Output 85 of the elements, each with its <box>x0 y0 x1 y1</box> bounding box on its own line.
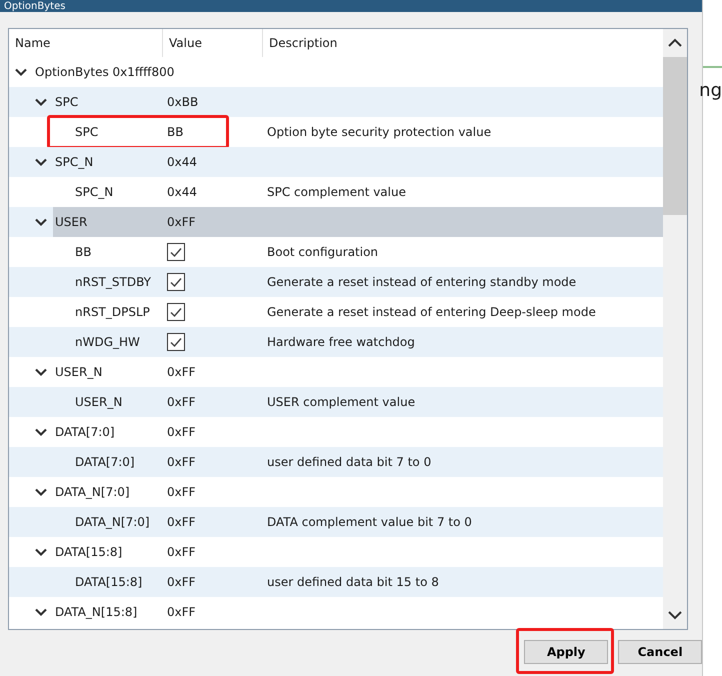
tree-row[interactable]: USER_N 0xFF <box>9 357 664 387</box>
value-text: 0xFF <box>167 395 196 409</box>
tree-row[interactable]: DATA_N[15:8] 0xFF <box>9 597 664 627</box>
value-text: 0xFF <box>167 455 196 469</box>
chevron-icon[interactable] <box>35 96 47 108</box>
tree-row[interactable]: SPC_N 0x44 SPC complement value <box>9 177 664 207</box>
description-text: Hardware free watchdog <box>267 335 415 349</box>
chevron-icon[interactable] <box>35 486 47 498</box>
checkbox[interactable] <box>167 273 185 291</box>
node-name: DATA[15:8] <box>54 544 124 561</box>
value-text: 0xFF <box>167 215 196 229</box>
node-name: DATA_N[7:0] <box>74 514 151 531</box>
chevron-icon[interactable] <box>35 426 47 438</box>
value-text: 0xBB <box>167 95 198 109</box>
value-text: 0x44 <box>167 155 198 169</box>
description-text: Boot configuration <box>267 245 378 259</box>
scroll-down-icon[interactable] <box>668 610 682 620</box>
chevron-icon[interactable] <box>15 66 27 78</box>
value-text: 0xFF <box>167 515 196 529</box>
description-text: DATA complement value bit 7 to 0 <box>267 515 472 529</box>
tree-row[interactable]: DATA[15:8] 0xFF user defined data bit 15 to 8 <box>9 567 664 597</box>
node-name: nWDG_HW <box>74 334 141 351</box>
node-name: nRST_DPSLP <box>74 304 151 321</box>
value-text: 0xFF <box>167 425 196 439</box>
chevron-icon[interactable] <box>35 216 47 228</box>
node-name: DATA[7:0] <box>74 454 136 471</box>
dialog-button[interactable]: Cancel <box>618 640 702 664</box>
node-name: SPC_N <box>54 154 94 171</box>
node-name: USER_N <box>54 364 104 381</box>
node-name: DATA_N[7:0] <box>54 484 131 501</box>
tree-row[interactable]: OptionBytes 0x1ffff800 <box>9 57 664 87</box>
scrollbar[interactable] <box>663 29 688 629</box>
window-text-fragment: ng <box>699 80 722 101</box>
description-text: Generate a reset instead of entering Deep-sleep mode <box>267 305 596 319</box>
node-name: DATA[15:8] <box>74 574 144 591</box>
description-text: user defined data bit 7 to 0 <box>267 455 432 469</box>
description-text: USER complement value <box>267 395 416 409</box>
checkbox[interactable] <box>167 243 185 261</box>
column-header[interactable]: Value <box>163 29 263 57</box>
node-name: DATA[7:0] <box>54 424 116 441</box>
dialog-button[interactable]: Apply <box>524 640 608 664</box>
tree-row[interactable]: DATA_N[7:0] 0xFF <box>9 477 664 507</box>
node-name: DATA_N[15:8] <box>54 604 138 621</box>
tree-row[interactable]: USER 0xFF <box>9 207 664 237</box>
value-text: 0xFF <box>167 365 196 379</box>
scroll-thumb[interactable] <box>663 57 688 215</box>
tree-row[interactable]: DATA_N[7:0] 0xFF DATA complement value bit 7 to 0 <box>9 507 664 537</box>
node-name: nRST_STDBY <box>74 274 152 291</box>
tree-row[interactable]: DATA[15:8] 0xFF <box>9 537 664 567</box>
chevron-icon[interactable] <box>35 156 47 168</box>
tree-row[interactable]: SPC_N 0x44 <box>9 147 664 177</box>
chevron-icon[interactable] <box>35 546 47 558</box>
description-text: Option byte security protection value <box>267 125 492 139</box>
node-name: SPC_N <box>74 184 114 201</box>
scroll-up-icon[interactable] <box>668 38 682 48</box>
value-text: 0xFF <box>167 605 196 619</box>
tree-row[interactable]: nWDG_HW Hardware free watchdog <box>9 327 664 357</box>
tree-row[interactable]: nRST_DPSLP Generate a reset instead of entering Deep-sleep mode <box>9 297 664 327</box>
node-name: SPC <box>54 94 80 111</box>
tree-row[interactable]: USER_N 0xFF USER complement value <box>9 387 664 417</box>
chevron-icon[interactable] <box>35 366 47 378</box>
node-name: OptionBytes 0x1ffff800 <box>34 64 174 81</box>
tree-row[interactable]: DATA[7:0] 0xFF <box>9 417 664 447</box>
column-header[interactable]: Description <box>263 29 664 57</box>
value-text: BB <box>167 125 184 139</box>
chevron-icon[interactable] <box>35 606 47 618</box>
column-header[interactable]: Name <box>9 29 163 57</box>
tree-row[interactable]: BB Boot configuration <box>9 237 664 267</box>
tree-row[interactable]: nRST_STDBY Generate a reset instead of entering standby mode <box>9 267 664 297</box>
value-text: 0xFF <box>167 485 196 499</box>
node-name: BB <box>74 244 92 261</box>
checkbox[interactable] <box>167 303 185 321</box>
node-name: USER_N <box>74 394 124 411</box>
description-text: user defined data bit 15 to 8 <box>267 575 439 589</box>
value-text: 0x44 <box>167 185 198 199</box>
value-text: 0xFF <box>167 545 196 559</box>
value-text: 0xFF <box>167 575 196 589</box>
checkbox[interactable] <box>167 333 185 351</box>
tree-row[interactable]: DATA[7:0] 0xFF user defined data bit 7 to 0 <box>9 447 664 477</box>
description-text: SPC complement value <box>267 185 406 199</box>
tree-row[interactable]: SPC 0xBB <box>9 87 664 117</box>
description-text: Generate a reset instead of entering standby mode <box>267 275 576 289</box>
node-name: USER <box>53 207 163 237</box>
node-name: SPC <box>74 124 100 141</box>
window-title: OptionBytes <box>3 1 66 12</box>
